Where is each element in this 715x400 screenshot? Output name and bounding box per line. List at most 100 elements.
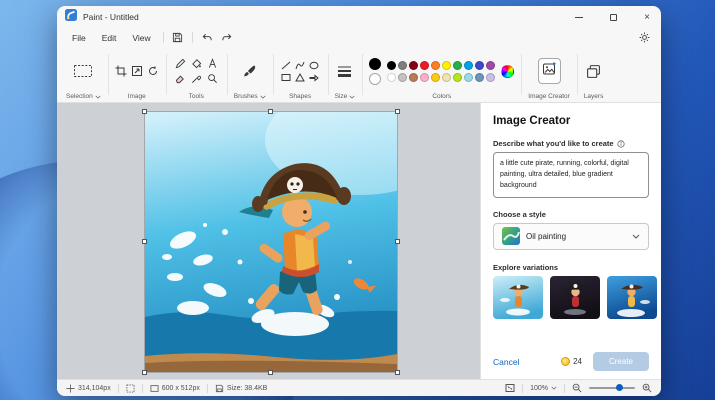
ribbon-group-layers[interactable]: Layers [576, 47, 611, 102]
redo-icon [222, 33, 232, 41]
minimize-icon [575, 16, 583, 18]
color-swatch[interactable] [387, 72, 397, 82]
color-swatch[interactable] [453, 60, 463, 70]
settings-button[interactable] [635, 30, 653, 45]
current-color-1[interactable] [369, 57, 382, 70]
color-swatch[interactable] [431, 72, 441, 82]
style-label: Choose a style [493, 209, 546, 219]
shape-rectangle-icon[interactable] [280, 72, 293, 83]
brushes-label: Brushes [233, 93, 258, 100]
color-swatch[interactable] [453, 72, 463, 82]
minimize-button[interactable] [565, 6, 593, 28]
edit-colors-icon[interactable] [501, 64, 515, 78]
selection-handle[interactable] [395, 239, 400, 244]
shape-triangle-icon[interactable] [294, 72, 307, 83]
zoom-level-dropdown[interactable]: 100% [530, 385, 557, 392]
selection-handle[interactable] [142, 370, 147, 375]
color-swatch[interactable] [475, 72, 485, 82]
selection-label: Selection [66, 93, 93, 100]
current-color-2[interactable] [369, 72, 382, 85]
chevron-down-icon [551, 386, 557, 390]
eraser-icon[interactable] [173, 72, 188, 86]
menu-edit[interactable]: Edit [95, 31, 124, 45]
fit-to-screen-icon[interactable] [505, 383, 515, 393]
color-swatch[interactable] [442, 60, 452, 70]
zoom-slider-thumb[interactable] [615, 384, 623, 391]
close-button[interactable]: × [633, 6, 661, 28]
text-tool-icon[interactable] [205, 57, 220, 71]
color-swatch[interactable] [464, 72, 474, 82]
color-swatch[interactable] [431, 60, 441, 70]
color-swatch[interactable] [398, 60, 408, 70]
ribbon-group-brushes[interactable]: Brushes [226, 47, 273, 102]
maximize-button[interactable] [599, 6, 627, 28]
ribbon-group-image-creator[interactable]: Image Creator [521, 47, 577, 102]
create-button[interactable]: Create [592, 352, 649, 371]
color-swatch[interactable] [486, 60, 496, 70]
menu-file[interactable]: File [65, 31, 93, 45]
cursor-position: 314,104px [78, 384, 111, 392]
fill-bucket-icon[interactable] [189, 57, 204, 71]
shape-oval-icon[interactable] [308, 60, 321, 71]
crop-icon[interactable] [115, 65, 127, 77]
title-bar[interactable]: Paint - Untitled × [57, 6, 661, 28]
layers-icon [587, 64, 600, 78]
canvas[interactable] [142, 109, 400, 375]
color-swatch[interactable] [442, 72, 452, 82]
shape-line-icon[interactable] [280, 60, 293, 71]
selection-handle[interactable] [268, 370, 273, 375]
variation-thumbnail-1[interactable] [493, 275, 543, 319]
zoom-slider[interactable] [589, 384, 635, 391]
undo-button[interactable] [198, 30, 216, 45]
credits-count: 24 [573, 357, 582, 366]
color-swatch[interactable] [486, 72, 496, 82]
menu-bar: File Edit View [57, 28, 661, 47]
maximize-icon [609, 13, 617, 21]
rotate-icon[interactable] [147, 65, 159, 77]
selection-handle[interactable] [268, 109, 273, 114]
redo-button[interactable] [218, 30, 236, 45]
color-swatch[interactable] [420, 60, 430, 70]
eyedropper-icon[interactable] [189, 72, 204, 86]
info-icon[interactable] [616, 139, 625, 148]
magnifier-icon[interactable] [205, 72, 220, 86]
color-swatch[interactable] [464, 60, 474, 70]
resize-icon[interactable] [131, 65, 143, 77]
selection-handle[interactable] [142, 239, 147, 244]
canvas-image-pirate [145, 112, 397, 372]
style-dropdown[interactable]: Oil painting [493, 222, 649, 250]
selection-handle[interactable] [395, 109, 400, 114]
ribbon-group-size[interactable]: Size [327, 47, 363, 102]
chevron-down-icon [632, 234, 640, 239]
palette-row-1 [387, 60, 496, 70]
tools-label: Tools [188, 93, 204, 100]
image-creator-button[interactable] [537, 58, 561, 84]
variation-thumbnail-2[interactable] [550, 275, 600, 319]
paint-window: Paint - Untitled × File Edit View Select… [57, 6, 661, 396]
ribbon-group-colors: Colors [362, 47, 521, 102]
menu-view[interactable]: View [125, 31, 157, 45]
ribbon-group-image[interactable]: Image [107, 47, 166, 102]
color-swatch[interactable] [409, 72, 419, 82]
variations-row [493, 275, 657, 319]
ribbon-group-selection[interactable]: Selection [59, 47, 108, 102]
color-swatch[interactable] [387, 60, 397, 70]
canvas-area[interactable] [57, 103, 480, 379]
prompt-input[interactable]: a little cute pirate, running, colorful,… [493, 152, 649, 198]
zoom-out-icon[interactable] [572, 383, 582, 393]
image-label: Image [127, 93, 146, 100]
color-swatch[interactable] [475, 60, 485, 70]
pencil-icon[interactable] [173, 57, 188, 71]
zoom-in-icon[interactable] [642, 383, 652, 393]
cancel-button[interactable]: Cancel [493, 357, 519, 367]
variation-thumbnail-3[interactable] [607, 275, 657, 319]
shape-curve-icon[interactable] [294, 60, 307, 71]
shape-arrow-icon[interactable] [308, 72, 321, 83]
color-swatch[interactable] [409, 60, 419, 70]
color-swatch[interactable] [420, 72, 430, 82]
color-swatch[interactable] [398, 72, 408, 82]
save-button[interactable] [169, 30, 187, 45]
selection-handle[interactable] [395, 370, 400, 375]
window-title: Paint - Untitled [83, 12, 139, 22]
selection-handle[interactable] [142, 109, 147, 114]
